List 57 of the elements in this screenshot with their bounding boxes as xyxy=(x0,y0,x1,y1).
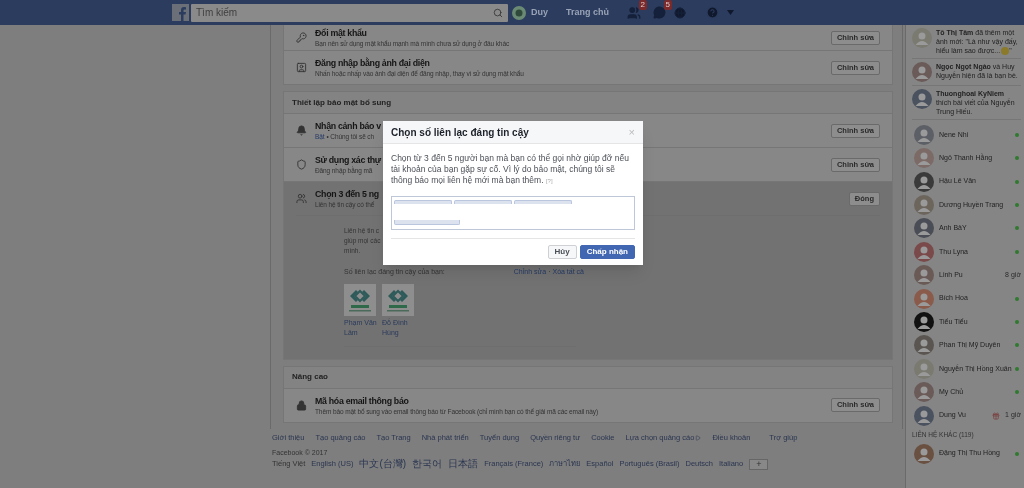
avatar xyxy=(912,62,932,83)
avatar xyxy=(914,335,934,356)
avatar xyxy=(914,124,934,145)
contact-tag[interactable] xyxy=(514,200,572,204)
cancel-button[interactable]: Hủy xyxy=(547,245,577,259)
contact-tag[interactable] xyxy=(454,200,512,204)
dialog-title: Chọn số liên lạc đáng tin cậy xyxy=(391,125,530,140)
avatar xyxy=(914,265,934,286)
lock-icon xyxy=(296,399,307,411)
avatar xyxy=(914,171,934,192)
avatar xyxy=(914,241,934,262)
contact-tag[interactable] xyxy=(394,220,460,225)
notification-badge: 5 xyxy=(663,0,672,10)
caret-icon[interactable] xyxy=(727,10,734,15)
search-icon[interactable] xyxy=(493,7,503,18)
avatar xyxy=(914,311,934,332)
notification-badge: 2 xyxy=(638,0,647,10)
id-card-icon xyxy=(296,62,307,73)
home-link[interactable]: Trang chủ xyxy=(566,5,609,20)
row-title: Chọn 3 đến 5 ng xyxy=(315,188,379,200)
avatar xyxy=(511,5,526,20)
row-title: Đổi mật khẩu xyxy=(315,27,367,39)
people-icon xyxy=(296,193,307,204)
row-title: Đăng nhập bằng ảnh đại diện xyxy=(315,57,430,69)
avatar xyxy=(914,405,934,426)
avatar xyxy=(914,443,934,464)
contacts-input[interactable] xyxy=(391,196,635,230)
avatar xyxy=(914,218,934,239)
key-icon xyxy=(296,32,307,43)
section-header: Thiết lập bảo mật bổ sung xyxy=(292,96,392,109)
ad-choices-icon xyxy=(695,434,702,441)
language-link[interactable]: 한국어 xyxy=(412,458,443,470)
confirm-button[interactable]: Chấp nhận xyxy=(579,245,635,259)
language-link[interactable]: 中文(台灣) xyxy=(359,458,407,470)
row-title: Sử dụng xác thự xyxy=(315,154,381,166)
section-header: Nâng cao xyxy=(292,371,328,383)
contact-tag[interactable] xyxy=(394,200,452,204)
messages-icon[interactable] xyxy=(653,6,666,19)
avatar xyxy=(914,382,934,403)
avatar xyxy=(912,28,932,48)
row-title: Mã hóa email thông báo xyxy=(315,394,409,407)
row-title: Nhận cảnh báo v xyxy=(315,120,381,132)
avatar xyxy=(914,195,934,215)
logo-icon[interactable] xyxy=(172,4,189,21)
avatar xyxy=(914,358,934,379)
friends-icon[interactable] xyxy=(627,5,641,20)
help-icon[interactable] xyxy=(706,6,719,19)
profile-link[interactable]: Duy xyxy=(511,5,548,20)
more-languages-button[interactable]: + xyxy=(749,458,769,470)
avatar xyxy=(912,89,932,110)
bell-icon xyxy=(296,125,307,136)
globe-icon[interactable] xyxy=(674,6,686,19)
search-field[interactable]: Tìm kiếm xyxy=(191,3,508,22)
shield-icon xyxy=(296,159,307,170)
avatar xyxy=(914,148,934,169)
language-link[interactable]: 日本語 xyxy=(448,458,479,470)
avatar xyxy=(914,288,934,309)
